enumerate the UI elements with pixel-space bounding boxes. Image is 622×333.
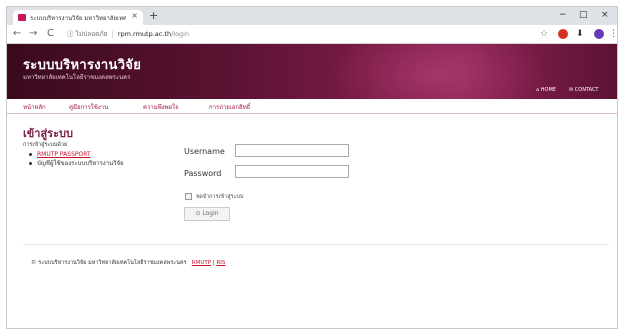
tab-title: ระบบบริหารงานวิจัย มหาวิทยาลัยเทคโนโลยี.…: [30, 15, 126, 22]
new-tab-button[interactable]: +: [149, 9, 158, 23]
site-favicon-icon: [18, 14, 26, 21]
tab-strip: ระบบบริหารงานวิจัย มหาวิทยาลัยเทคโนโลยี.…: [7, 7, 617, 25]
login-method-list: RMUTP PASSPORT บัญชีผู้ใช้ของระบบบริหารง…: [29, 150, 124, 168]
browser-tab[interactable]: ระบบบริหารงานวิจัย มหาวิทยาลัยเทคโนโลยี.…: [13, 10, 143, 25]
footer-divider: [23, 244, 609, 245]
bullet-icon: [29, 162, 32, 165]
minimize-button[interactable]: −: [559, 9, 567, 21]
header-home-link[interactable]: ⌂ HOME: [536, 87, 556, 93]
rmutp-passport-link[interactable]: RMUTP PASSPORT: [37, 151, 91, 158]
menu-item-satisfaction[interactable]: ความพึงพอใจ: [143, 102, 179, 112]
browser-toolbar: ← → C ⓘ ไม่ปลอดภัย | rpm.rmutp.ac.th/log…: [7, 25, 617, 44]
header-decoration: [327, 44, 547, 99]
url-host: rpm.rmutp.ac.th: [117, 30, 172, 38]
login-button[interactable]: ⊙ Login: [184, 207, 230, 221]
site-header-banner: ระบบบริหารงานวิจัย มหาวิทยาลัยเทคโนโลยีร…: [7, 44, 617, 99]
password-field[interactable]: [235, 165, 349, 178]
reload-button[interactable]: C: [47, 27, 54, 40]
forward-button[interactable]: →: [29, 27, 37, 40]
back-button[interactable]: ←: [13, 27, 21, 40]
username-label: Username: [184, 147, 225, 156]
info-icon[interactable]: ⓘ: [67, 30, 74, 38]
profile-avatar-icon[interactable]: [594, 29, 604, 39]
password-label: Password: [184, 169, 222, 178]
site-subtitle: มหาวิทยาลัยเทคโนโลยีราชมงคลพระนคร: [23, 74, 131, 81]
bookmark-star-icon[interactable]: ☆: [540, 29, 548, 39]
footer-separator: |: [212, 260, 215, 266]
maximize-button[interactable]: □: [579, 9, 588, 21]
tab-close-icon[interactable]: ×: [131, 11, 138, 20]
system-account-option: บัญชีผู้ใช้ของระบบบริหารงานวิจัย: [37, 160, 124, 167]
extension-icon[interactable]: [558, 29, 568, 39]
menu-item-manual[interactable]: คู่มือการใช้งาน: [69, 102, 108, 112]
footer: © ระบบบริหารงานวิจัย มหาวิทยาลัยเทคโนโลย…: [31, 259, 225, 267]
list-item: บัญชีผู้ใช้ของระบบบริหารงานวิจัย: [29, 159, 124, 168]
header-contact-link[interactable]: ✉ CONTACT: [569, 87, 599, 93]
address-separator: |: [111, 30, 114, 38]
bullet-icon: [29, 153, 32, 156]
address-bar[interactable]: ⓘ ไม่ปลอดภัย | rpm.rmutp.ac.th/login: [67, 28, 189, 40]
main-menu: หน้าหลัก คู่มือการใช้งาน ความพึงพอใจ การ…: [7, 99, 617, 114]
username-field[interactable]: [235, 144, 349, 157]
browser-menu-icon[interactable]: ⋮: [609, 29, 617, 39]
security-label: ไม่ปลอดภัย: [75, 30, 108, 38]
menu-item-rights[interactable]: การถ่ายเอกสิทธิ์: [209, 102, 250, 112]
remember-label: จดจำการเข้าสู่ระบบ: [196, 194, 244, 200]
footer-ris-link[interactable]: RIS: [216, 260, 225, 266]
page-title: เข้าสู่ระบบ: [23, 127, 73, 140]
remember-me[interactable]: จดจำการเข้าสู่ระบบ: [185, 193, 243, 201]
login-method-label: การเข้าสู่ระบบด้วย: [23, 142, 68, 148]
copyright-text: © ระบบบริหารงานวิจัย มหาวิทยาลัยเทคโนโลย…: [31, 260, 187, 266]
browser-window: ระบบบริหารงานวิจัย มหาวิทยาลัยเทคโนโลยี.…: [6, 6, 618, 329]
footer-rmutp-link[interactable]: RMUTP: [192, 260, 211, 266]
remember-checkbox[interactable]: [185, 193, 192, 200]
download-icon[interactable]: ⬇: [576, 29, 584, 39]
list-item: RMUTP PASSPORT: [29, 150, 124, 159]
url-path: /login: [171, 30, 190, 38]
close-window-button[interactable]: ×: [601, 9, 609, 21]
menu-item-home[interactable]: หน้าหลัก: [23, 102, 46, 112]
